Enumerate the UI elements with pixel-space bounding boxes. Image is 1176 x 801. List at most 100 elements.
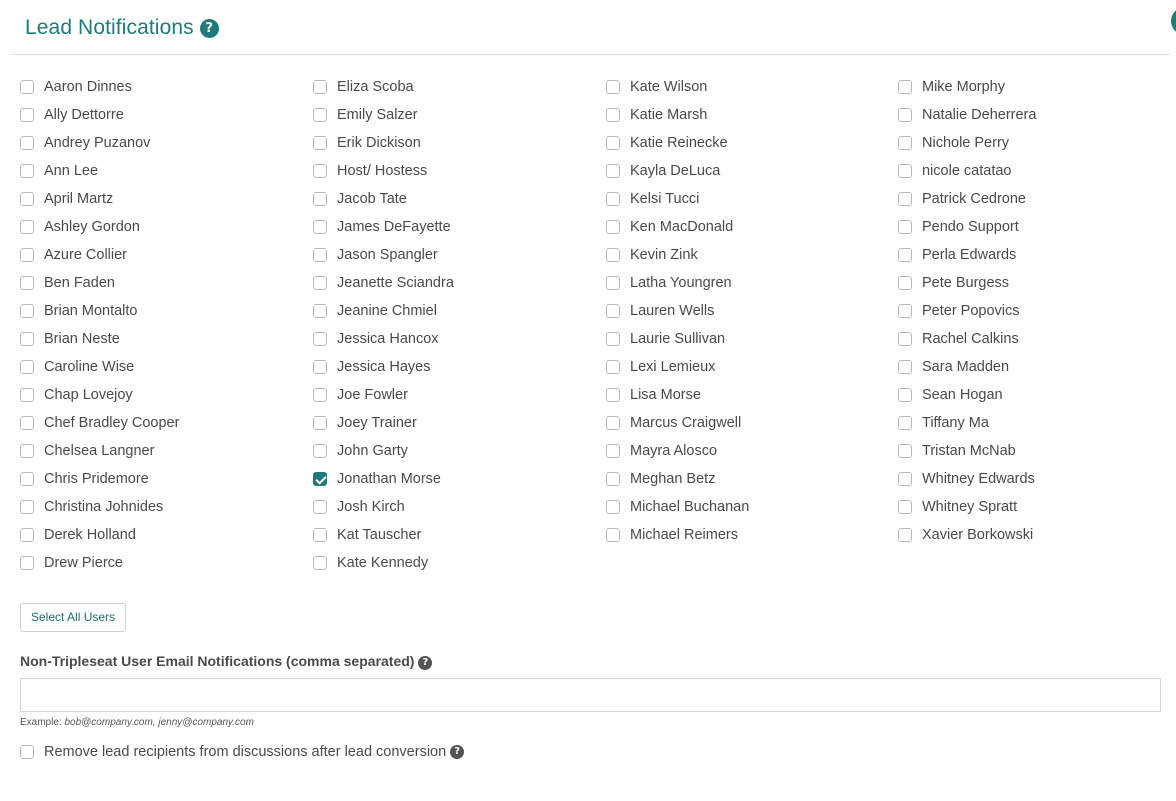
user-checkbox[interactable] xyxy=(20,416,34,430)
user-checkbox[interactable] xyxy=(313,164,327,178)
user-checkbox[interactable] xyxy=(898,108,912,122)
user-checkbox[interactable] xyxy=(313,556,327,570)
user-checkbox-item[interactable]: Jessica Hayes xyxy=(313,353,454,381)
user-checkbox[interactable] xyxy=(898,472,912,486)
user-checkbox-item[interactable]: Chap Lovejoy xyxy=(20,381,179,409)
user-checkbox-item[interactable]: Laurie Sullivan xyxy=(606,325,749,353)
user-checkbox-item[interactable]: Patrick Cedrone xyxy=(898,185,1036,213)
user-checkbox[interactable] xyxy=(20,108,34,122)
user-checkbox[interactable] xyxy=(606,108,620,122)
user-checkbox-item[interactable]: Whitney Spratt xyxy=(898,493,1036,521)
user-checkbox[interactable] xyxy=(898,276,912,290)
user-checkbox[interactable] xyxy=(313,108,327,122)
user-checkbox-item[interactable]: Jason Spangler xyxy=(313,241,454,269)
user-checkbox-item[interactable]: Chris Pridemore xyxy=(20,465,179,493)
user-checkbox-item[interactable]: Brian Neste xyxy=(20,325,179,353)
user-checkbox[interactable] xyxy=(20,248,34,262)
user-checkbox[interactable] xyxy=(313,444,327,458)
user-checkbox-item[interactable]: Michael Buchanan xyxy=(606,493,749,521)
user-checkbox-item[interactable]: Ashley Gordon xyxy=(20,213,179,241)
user-checkbox-item[interactable]: Drew Pierce xyxy=(20,549,179,577)
user-checkbox[interactable] xyxy=(898,500,912,514)
user-checkbox[interactable] xyxy=(313,136,327,150)
user-checkbox-item[interactable]: Azure Collier xyxy=(20,241,179,269)
user-checkbox-item[interactable]: Pete Burgess xyxy=(898,269,1036,297)
user-checkbox-item[interactable]: Kevin Zink xyxy=(606,241,749,269)
user-checkbox-item[interactable]: nicole catatao xyxy=(898,157,1036,185)
user-checkbox[interactable] xyxy=(606,472,620,486)
user-checkbox-item[interactable]: Andrey Puzanov xyxy=(20,129,179,157)
user-checkbox-item[interactable]: Latha Youngren xyxy=(606,269,749,297)
user-checkbox-item[interactable]: Katie Marsh xyxy=(606,101,749,129)
question-circle-icon[interactable]: ? xyxy=(418,656,433,670)
remove-recipients-option[interactable]: Remove lead recipients from discussions … xyxy=(20,744,465,760)
user-checkbox[interactable] xyxy=(313,220,327,234)
user-checkbox[interactable] xyxy=(606,416,620,430)
user-checkbox-item[interactable]: John Garty xyxy=(313,437,454,465)
user-checkbox[interactable] xyxy=(313,248,327,262)
user-checkbox-item[interactable]: Ann Lee xyxy=(20,157,179,185)
user-checkbox[interactable] xyxy=(606,388,620,402)
user-checkbox-item[interactable]: Joe Fowler xyxy=(313,381,454,409)
user-checkbox-item[interactable]: Mike Morphy xyxy=(898,73,1036,101)
user-checkbox[interactable] xyxy=(20,388,34,402)
user-checkbox-item[interactable]: Natalie Deherrera xyxy=(898,101,1036,129)
user-checkbox[interactable] xyxy=(898,416,912,430)
user-checkbox-item[interactable]: Host/ Hostess xyxy=(313,157,454,185)
user-checkbox[interactable] xyxy=(606,360,620,374)
user-checkbox[interactable] xyxy=(313,192,327,206)
user-checkbox[interactable] xyxy=(20,304,34,318)
user-checkbox-item[interactable]: Aaron Dinnes xyxy=(20,73,179,101)
user-checkbox[interactable] xyxy=(606,164,620,178)
user-checkbox[interactable] xyxy=(20,360,34,374)
user-checkbox[interactable] xyxy=(606,192,620,206)
email-notifications-input[interactable] xyxy=(20,678,1161,712)
user-checkbox[interactable] xyxy=(20,192,34,206)
user-checkbox-item[interactable]: Jacob Tate xyxy=(313,185,454,213)
user-checkbox[interactable] xyxy=(313,276,327,290)
user-checkbox-item[interactable]: Nichole Perry xyxy=(898,129,1036,157)
user-checkbox-item[interactable]: Kat Tauscher xyxy=(313,521,454,549)
user-checkbox[interactable] xyxy=(898,164,912,178)
user-checkbox[interactable] xyxy=(20,80,34,94)
question-circle-icon[interactable]: ? xyxy=(199,19,219,38)
user-checkbox-item[interactable]: Lauren Wells xyxy=(606,297,749,325)
user-checkbox[interactable] xyxy=(898,304,912,318)
user-checkbox[interactable] xyxy=(20,276,34,290)
question-circle-icon[interactable]: ? xyxy=(450,745,465,759)
user-checkbox-item[interactable]: Pendo Support xyxy=(898,213,1036,241)
user-checkbox[interactable] xyxy=(606,220,620,234)
user-checkbox-item[interactable]: Jessica Hancox xyxy=(313,325,454,353)
user-checkbox-item[interactable]: Christina Johnides xyxy=(20,493,179,521)
user-checkbox-item[interactable]: Lisa Morse xyxy=(606,381,749,409)
user-checkbox-item[interactable]: Jeanette Sciandra xyxy=(313,269,454,297)
user-checkbox[interactable] xyxy=(898,80,912,94)
user-checkbox[interactable] xyxy=(20,444,34,458)
user-checkbox-item[interactable]: James DeFayette xyxy=(313,213,454,241)
user-checkbox-item[interactable]: Mayra Alosco xyxy=(606,437,749,465)
user-checkbox[interactable] xyxy=(606,276,620,290)
user-checkbox-item[interactable]: Perla Edwards xyxy=(898,241,1036,269)
user-checkbox-item[interactable]: Sean Hogan xyxy=(898,381,1036,409)
user-checkbox[interactable] xyxy=(20,332,34,346)
user-checkbox-item[interactable]: Kate Kennedy xyxy=(313,549,454,577)
user-checkbox[interactable] xyxy=(606,500,620,514)
user-checkbox-item[interactable]: Erik Dickison xyxy=(313,129,454,157)
user-checkbox-item[interactable]: Chelsea Langner xyxy=(20,437,179,465)
user-checkbox-item[interactable]: Caroline Wise xyxy=(20,353,179,381)
user-checkbox[interactable] xyxy=(606,444,620,458)
user-checkbox[interactable] xyxy=(313,416,327,430)
user-checkbox-item[interactable]: Tristan McNab xyxy=(898,437,1036,465)
user-checkbox[interactable] xyxy=(606,136,620,150)
user-checkbox[interactable] xyxy=(606,528,620,542)
user-checkbox-item[interactable]: Meghan Betz xyxy=(606,465,749,493)
user-checkbox[interactable] xyxy=(606,80,620,94)
user-checkbox-item[interactable]: Kate Wilson xyxy=(606,73,749,101)
user-checkbox[interactable] xyxy=(313,80,327,94)
user-checkbox[interactable] xyxy=(313,500,327,514)
user-checkbox[interactable] xyxy=(898,332,912,346)
user-checkbox-item[interactable]: Ben Faden xyxy=(20,269,179,297)
user-checkbox-item[interactable]: Ken MacDonald xyxy=(606,213,749,241)
user-checkbox-item[interactable]: Derek Holland xyxy=(20,521,179,549)
user-checkbox-item[interactable]: Eliza Scoba xyxy=(313,73,454,101)
